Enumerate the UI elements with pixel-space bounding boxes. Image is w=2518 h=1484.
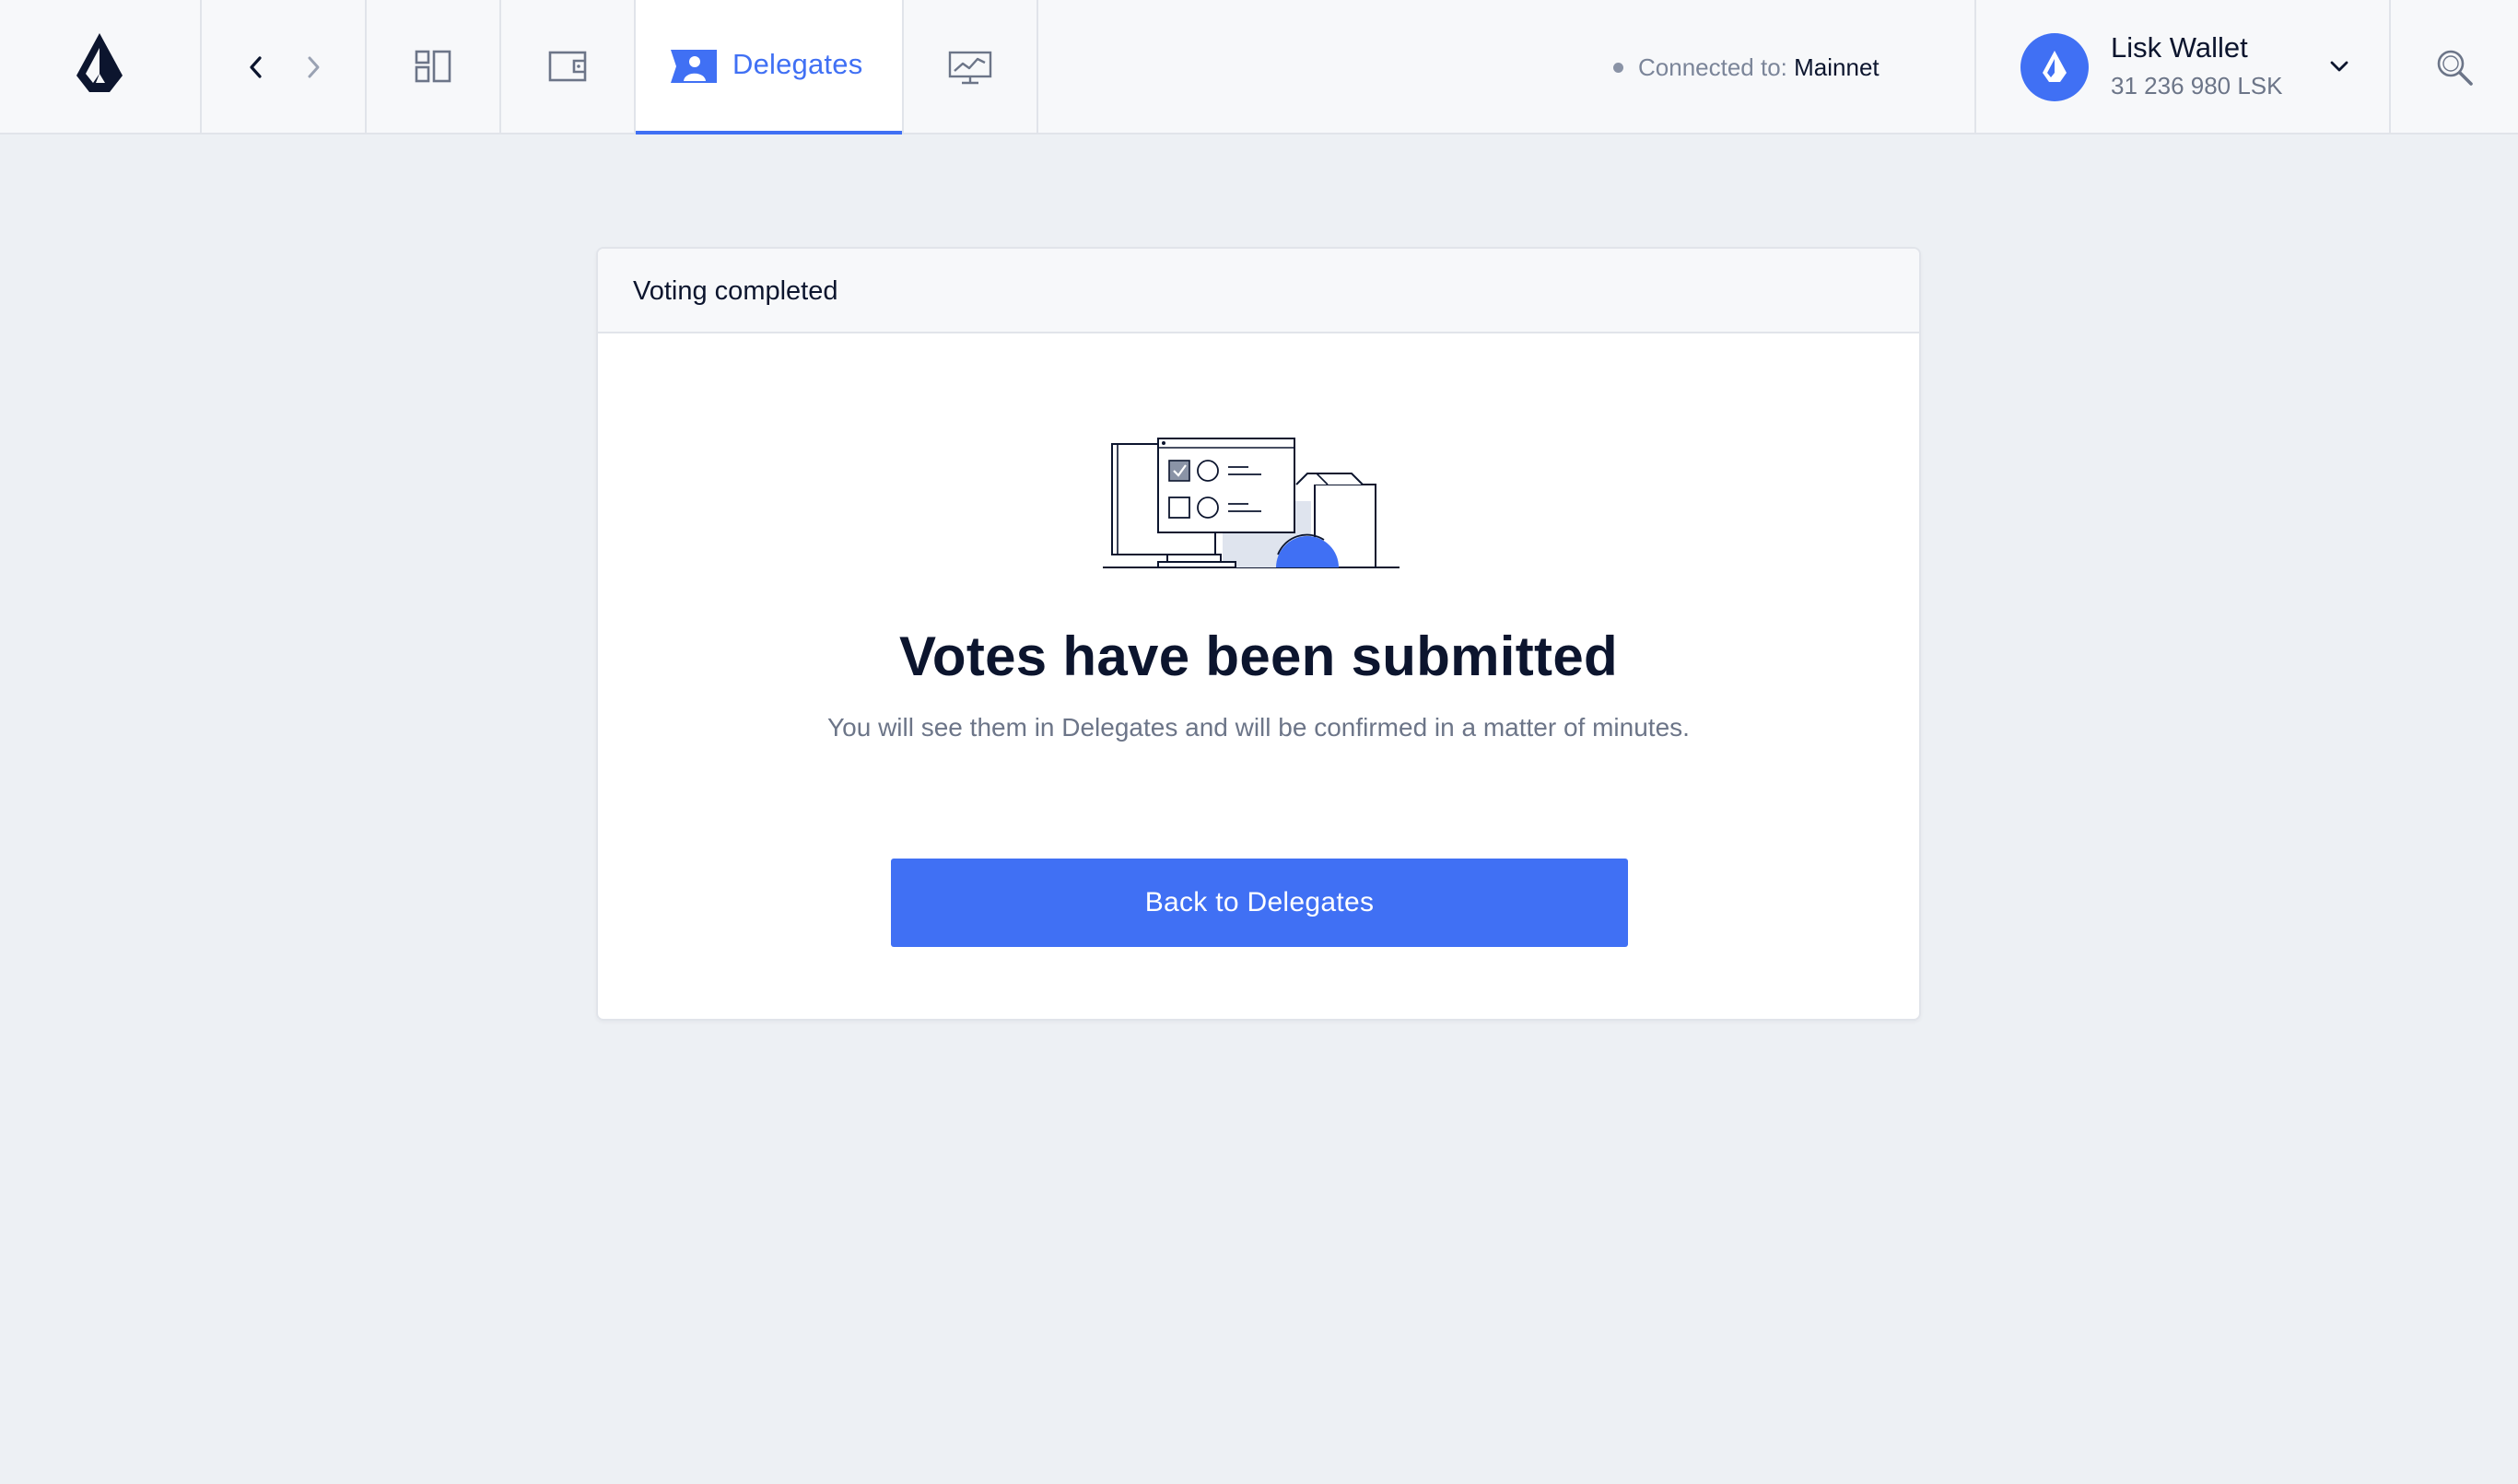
account-name: Lisk Wallet — [2111, 31, 2248, 64]
top-bar: Delegates Connected to: Mainnet Lisk Wal… — [0, 0, 2518, 134]
card-header: Voting completed — [598, 249, 1919, 333]
delegates-icon — [671, 50, 717, 83]
account-balance: 31 236 980 LSK — [2111, 72, 2283, 99]
network-name: Mainnet — [1794, 53, 1880, 81]
menu-item-dashboard[interactable] — [367, 0, 501, 133]
active-tab-indicator — [636, 131, 902, 134]
lisk-avatar-icon — [2043, 51, 2067, 82]
menu-item-label: Delegates — [732, 48, 863, 80]
chevron-down-icon[interactable] — [2329, 60, 2349, 73]
voting-completed-card: Voting completed Votes have been submitt… — [596, 247, 1921, 1021]
voting-computer-illustration — [1103, 438, 1400, 568]
chevron-right-icon[interactable] — [303, 55, 323, 79]
back-to-delegates-button[interactable]: Back to Delegates — [891, 859, 1628, 947]
wallet-icon — [548, 51, 587, 82]
connection-status-dot — [1613, 63, 1623, 73]
menu-item-monitor[interactable] — [904, 0, 1038, 133]
card-title: Voting completed — [633, 276, 838, 306]
menu-item-wallet[interactable] — [501, 0, 636, 133]
logo-cell[interactable] — [0, 0, 202, 133]
connection-label: Connected to: — [1638, 53, 1787, 81]
menu-item-delegates[interactable]: Delegates — [636, 0, 904, 134]
search-icon[interactable] — [2435, 48, 2474, 87]
connection-status: Connected to: Mainnet — [1638, 53, 1880, 82]
avatar — [2020, 33, 2089, 101]
lisk-logo-icon[interactable] — [74, 31, 125, 96]
chevron-left-icon[interactable] — [246, 55, 266, 79]
monitor-chart-icon — [948, 51, 992, 85]
history-nav — [202, 0, 367, 133]
account-dropdown[interactable]: Lisk Wallet 31 236 980 LSK — [1974, 0, 2391, 133]
success-headline: Votes have been submitted — [899, 625, 1618, 687]
success-message: You will see them in Delegates and will … — [827, 713, 1690, 742]
dashboard-icon — [415, 50, 451, 83]
